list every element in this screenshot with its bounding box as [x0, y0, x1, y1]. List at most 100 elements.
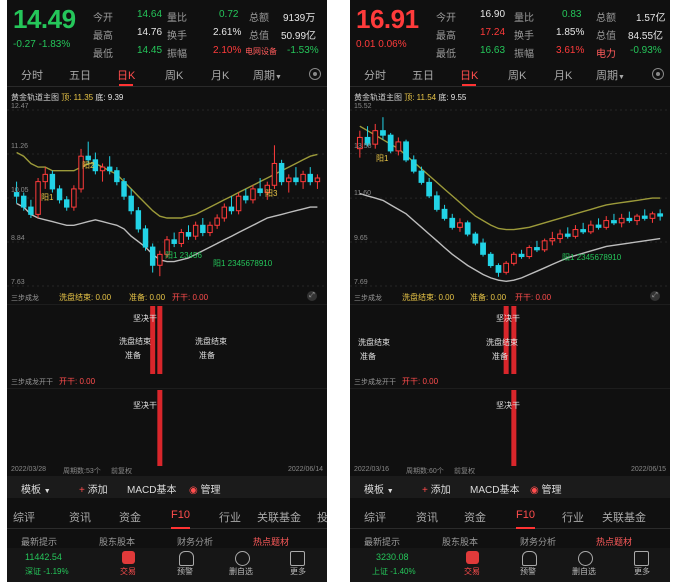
f10-subtab[interactable]: 财务分析: [520, 535, 556, 548]
quote-amount-label: 总额: [596, 13, 616, 24]
nav-trade[interactable]: 交易: [120, 566, 136, 577]
f10-subtab[interactable]: 股东股本: [99, 535, 135, 548]
sector-name[interactable]: 电力: [596, 45, 616, 60]
candle-body: [257, 188, 263, 194]
quote-amplitude-label: 振幅: [514, 49, 534, 60]
adjust-mode[interactable]: 前复权: [454, 466, 475, 476]
tab-industry[interactable]: 行业: [219, 509, 241, 525]
tab-weekly-k[interactable]: 周K: [508, 67, 526, 83]
sector-name[interactable]: 电网设备: [245, 46, 277, 57]
nav-more[interactable]: 更多: [290, 566, 306, 577]
sub2-item: 开干: 0.00: [402, 377, 439, 386]
tab-overview[interactable]: 综评: [364, 509, 386, 525]
candle-body: [410, 159, 417, 172]
tab-f10[interactable]: F10: [171, 509, 190, 529]
tab-f10[interactable]: F10: [516, 509, 535, 529]
candle-body: [372, 130, 379, 145]
quote-high-label: 最高: [93, 31, 113, 42]
f10-subtab[interactable]: 股东股本: [442, 535, 478, 548]
remove-watchlist-icon[interactable]: [235, 551, 250, 566]
sub2-title[interactable]: 三步成龙开干: [11, 377, 53, 387]
chart-settings-icon[interactable]: [309, 68, 321, 80]
candle-body: [293, 177, 299, 183]
tab-period-label: 周期: [596, 70, 618, 82]
f10-subtab[interactable]: 最新提示: [21, 535, 57, 548]
f10-subtab[interactable]: 最新提示: [364, 535, 400, 548]
tab-monthly-k[interactable]: 月K: [211, 67, 229, 83]
macd-basic-button[interactable]: MACD基本: [470, 481, 519, 496]
sub1-signal: 坚决干: [133, 314, 157, 323]
tab-more[interactable]: 投: [317, 509, 327, 525]
dropdown-caret-icon: ▼: [275, 74, 282, 81]
expand-icon[interactable]: ⤢: [307, 291, 317, 301]
tab-intraday[interactable]: 分时: [364, 67, 386, 83]
nav-trade[interactable]: 交易: [464, 566, 480, 577]
add-indicator-button[interactable]: + 添加: [79, 481, 108, 496]
sub1-title[interactable]: 三步成龙: [354, 293, 382, 303]
tab-daily-k[interactable]: 日K: [460, 67, 478, 86]
nav-alert[interactable]: 预警: [177, 566, 193, 577]
bell-icon[interactable]: [522, 551, 537, 566]
candle-body: [595, 224, 602, 228]
tab-period[interactable]: 周期▼: [253, 67, 282, 83]
bell-icon[interactable]: [179, 551, 194, 566]
tab-industry[interactable]: 行业: [562, 509, 584, 525]
f10-subtab[interactable]: 热点题材: [596, 535, 632, 548]
nav-remove-watch[interactable]: 删自选: [229, 566, 253, 577]
add-indicator-button[interactable]: + 添加: [422, 481, 451, 496]
tab-five-day[interactable]: 五日: [412, 67, 434, 83]
index-quote[interactable]: 深证 -1.19%: [25, 566, 69, 577]
tab-news[interactable]: 资讯: [69, 509, 91, 525]
trade-icon[interactable]: [122, 551, 135, 564]
kline-chart-right[interactable]: [350, 100, 670, 300]
add-label: 添加: [430, 485, 451, 496]
sub1-chart-left[interactable]: [7, 304, 327, 376]
expand-icon[interactable]: ⤢: [650, 291, 660, 301]
adjust-mode[interactable]: 前复权: [111, 466, 132, 476]
remove-watchlist-icon[interactable]: [578, 551, 593, 566]
manage-label: 管理: [200, 485, 221, 496]
quote-low-label: 最低: [436, 49, 456, 60]
signal-bar: [157, 390, 163, 466]
tab-intraday[interactable]: 分时: [21, 67, 43, 83]
index-value[interactable]: 3230.08: [376, 552, 409, 562]
template-button[interactable]: 模板 ▼: [364, 481, 394, 496]
tab-daily-k[interactable]: 日K: [117, 67, 135, 86]
candle-body: [541, 240, 548, 251]
nav-remove-watch[interactable]: 删自选: [572, 566, 596, 577]
candle-body: [618, 217, 625, 224]
sub2-chart-left[interactable]: [7, 388, 327, 466]
candle-body: [503, 262, 510, 273]
tab-overview[interactable]: 综评: [13, 509, 35, 525]
f10-subtab[interactable]: 热点题材: [253, 535, 289, 548]
nav-more[interactable]: 更多: [634, 566, 650, 577]
tab-five-day[interactable]: 五日: [69, 67, 91, 83]
sub2-title[interactable]: 三步成龙开干: [354, 377, 396, 387]
tab-funds[interactable]: 资金: [464, 509, 486, 525]
kline-chart-left[interactable]: [7, 100, 327, 300]
candle-body: [564, 233, 571, 237]
tab-weekly-k[interactable]: 周K: [165, 67, 183, 83]
tab-news[interactable]: 资讯: [416, 509, 438, 525]
template-button[interactable]: 模板 ▼: [21, 481, 51, 496]
candle-body: [114, 170, 120, 183]
index-quote[interactable]: 上证 -1.40%: [372, 566, 416, 577]
chart-settings-icon[interactable]: [652, 68, 664, 80]
sub1-title[interactable]: 三步成龙: [11, 293, 39, 303]
y-tick: 11.60: [354, 190, 371, 197]
macd-basic-button[interactable]: MACD基本: [127, 481, 176, 496]
index-value[interactable]: 11442.54: [25, 552, 62, 562]
more-grid-icon[interactable]: [290, 551, 305, 566]
quote-volratio-label: 量比: [514, 13, 534, 24]
trade-icon[interactable]: [466, 551, 479, 564]
tab-monthly-k[interactable]: 月K: [554, 67, 572, 83]
tab-related-fund[interactable]: 关联基金: [257, 509, 301, 525]
tab-period[interactable]: 周期▼: [596, 67, 625, 83]
tab-related-fund[interactable]: 关联基金: [602, 509, 646, 525]
tab-funds[interactable]: 资金: [119, 509, 141, 525]
manage-button[interactable]: ◉ 管理: [189, 481, 221, 496]
f10-subtab[interactable]: 财务分析: [177, 535, 213, 548]
manage-button[interactable]: ◉ 管理: [530, 481, 562, 496]
nav-alert[interactable]: 预警: [520, 566, 536, 577]
more-grid-icon[interactable]: [634, 551, 649, 566]
